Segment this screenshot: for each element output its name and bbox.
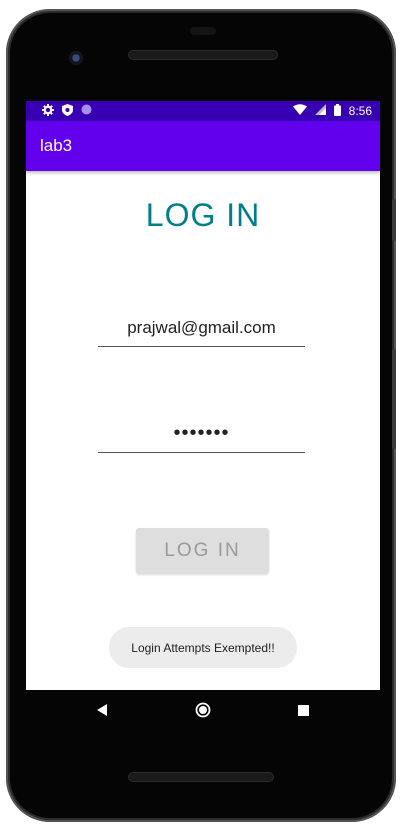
app-toolbar: lab3 xyxy=(26,121,380,171)
volume-button xyxy=(392,349,396,449)
status-time: 8:56 xyxy=(348,104,372,118)
earpiece-speaker xyxy=(128,50,278,60)
circle-icon xyxy=(81,104,92,118)
login-button[interactable]: LOG IN xyxy=(136,528,269,574)
login-heading: LOG IN xyxy=(145,197,261,233)
back-icon[interactable] xyxy=(93,700,113,720)
password-field[interactable]: ••••••• xyxy=(98,415,305,453)
bottom-speaker xyxy=(128,772,274,782)
battery-icon xyxy=(333,103,341,119)
app-screen: 8:56 lab3 LOG IN prajwal@gmail.com •••••… xyxy=(26,101,380,690)
email-field[interactable]: prajwal@gmail.com xyxy=(98,309,305,347)
shield-icon xyxy=(62,103,73,119)
app-title: lab3 xyxy=(40,136,73,155)
power-button xyxy=(392,199,396,241)
navigation-bar xyxy=(26,690,380,730)
top-sensor xyxy=(190,27,216,35)
recents-icon[interactable] xyxy=(293,700,313,720)
front-camera xyxy=(69,51,83,65)
signal-icon xyxy=(314,104,326,118)
wifi-icon xyxy=(292,104,307,118)
gear-icon xyxy=(42,103,54,119)
home-icon[interactable] xyxy=(193,700,213,720)
toast-message: Login Attempts Exempted!! xyxy=(109,627,297,668)
status-bar: 8:56 xyxy=(26,101,380,121)
